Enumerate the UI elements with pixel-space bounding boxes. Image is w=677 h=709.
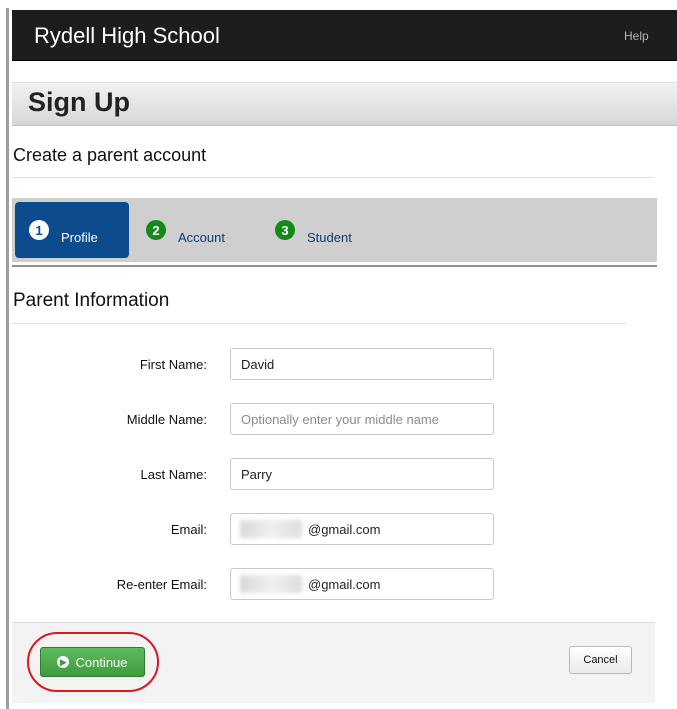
step-label: Student bbox=[307, 229, 352, 245]
continue-button[interactable]: ▶ Continue bbox=[40, 647, 145, 677]
step-number-badge: 2 bbox=[146, 220, 166, 240]
middle-name-label: Middle Name: bbox=[126, 412, 207, 427]
arrow-circle-right-icon: ▶ bbox=[57, 656, 70, 668]
step-number-badge: 1 bbox=[29, 220, 49, 240]
last-name-input[interactable] bbox=[230, 458, 494, 490]
step-account[interactable]: 2 Account bbox=[146, 202, 225, 258]
step-student[interactable]: 3 Student bbox=[275, 202, 352, 258]
email-row: Email: @gmail.com bbox=[0, 513, 677, 547]
step-label: Profile bbox=[61, 229, 98, 245]
step-number-badge: 3 bbox=[275, 220, 295, 240]
page-title-bar: Sign Up bbox=[12, 82, 677, 126]
cancel-button[interactable]: Cancel bbox=[569, 646, 632, 674]
page-title: Sign Up bbox=[28, 87, 130, 117]
email-label: Email: bbox=[170, 522, 207, 537]
middle-name-row: Middle Name: bbox=[0, 403, 677, 437]
page-subtitle: Create a parent account bbox=[13, 145, 207, 165]
first-name-row: First Name: bbox=[0, 348, 677, 382]
last-name-row: Last Name: bbox=[0, 458, 677, 492]
reenter-email-label: Re-enter Email: bbox=[116, 577, 207, 592]
section-title: Parent Information bbox=[13, 290, 170, 311]
help-link[interactable]: Help bbox=[624, 29, 649, 43]
step-profile[interactable]: 1 Profile bbox=[15, 202, 129, 258]
email-input[interactable] bbox=[230, 513, 494, 545]
first-name-input[interactable] bbox=[230, 348, 494, 380]
step-label: Account bbox=[178, 229, 225, 245]
last-name-label: Last Name: bbox=[140, 467, 207, 482]
continue-label: Continue bbox=[75, 654, 128, 670]
app-header: Rydell High School Help bbox=[12, 10, 677, 61]
divider bbox=[12, 265, 657, 267]
reenter-email-row: Re-enter Email: @gmail.com bbox=[0, 568, 677, 602]
first-name-label: First Name: bbox=[139, 357, 207, 372]
school-name: Rydell High School bbox=[34, 23, 220, 48]
step-wizard: 1 Profile 2 Account 3 Student bbox=[12, 198, 657, 262]
middle-name-input[interactable] bbox=[230, 403, 494, 435]
reenter-email-input[interactable] bbox=[230, 568, 494, 600]
divider bbox=[12, 323, 626, 324]
divider bbox=[12, 177, 654, 178]
